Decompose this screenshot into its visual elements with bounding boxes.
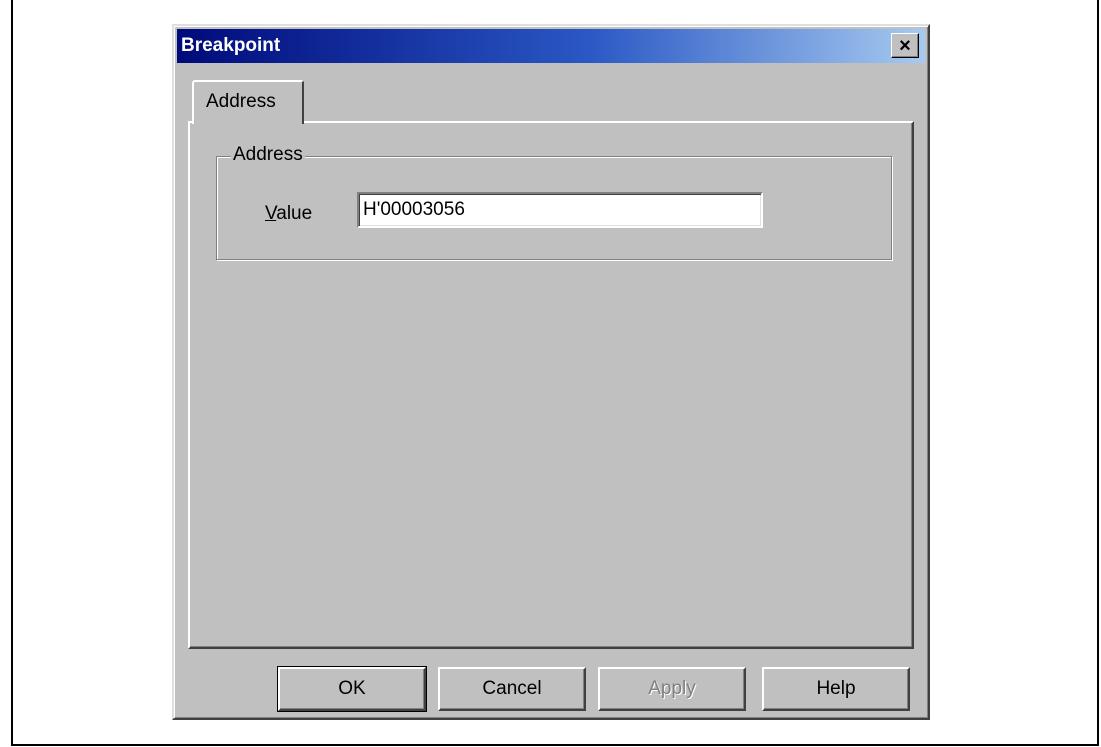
close-button[interactable]: ×: [891, 33, 919, 58]
apply-button-label: Apply: [648, 678, 696, 699]
breakpoint-dialog: Breakpoint × Address Address Value OK Ca…: [172, 24, 930, 720]
tab-panel-address: Address Value: [188, 121, 914, 649]
address-group-box: Address Value: [216, 144, 892, 260]
value-label-rest: alue: [276, 203, 313, 224]
value-label: Value: [265, 203, 312, 225]
cancel-button-label: Cancel: [482, 678, 542, 699]
close-icon: ×: [899, 34, 911, 57]
value-label-mnemonic: V: [265, 203, 277, 224]
ok-button[interactable]: OK: [277, 666, 427, 712]
title-bar[interactable]: Breakpoint ×: [177, 29, 925, 63]
ok-button-label: OK: [338, 678, 366, 699]
tab-address[interactable]: Address: [192, 80, 304, 124]
dialog-title: Breakpoint: [181, 35, 281, 56]
value-input[interactable]: [357, 192, 763, 228]
tab-address-label: Address: [206, 91, 276, 112]
apply-button[interactable]: Apply: [598, 667, 746, 711]
cancel-button[interactable]: Cancel: [438, 667, 586, 711]
address-group-legend: Address: [231, 144, 305, 166]
help-button[interactable]: Help: [762, 667, 910, 711]
help-button-label: Help: [816, 678, 856, 699]
